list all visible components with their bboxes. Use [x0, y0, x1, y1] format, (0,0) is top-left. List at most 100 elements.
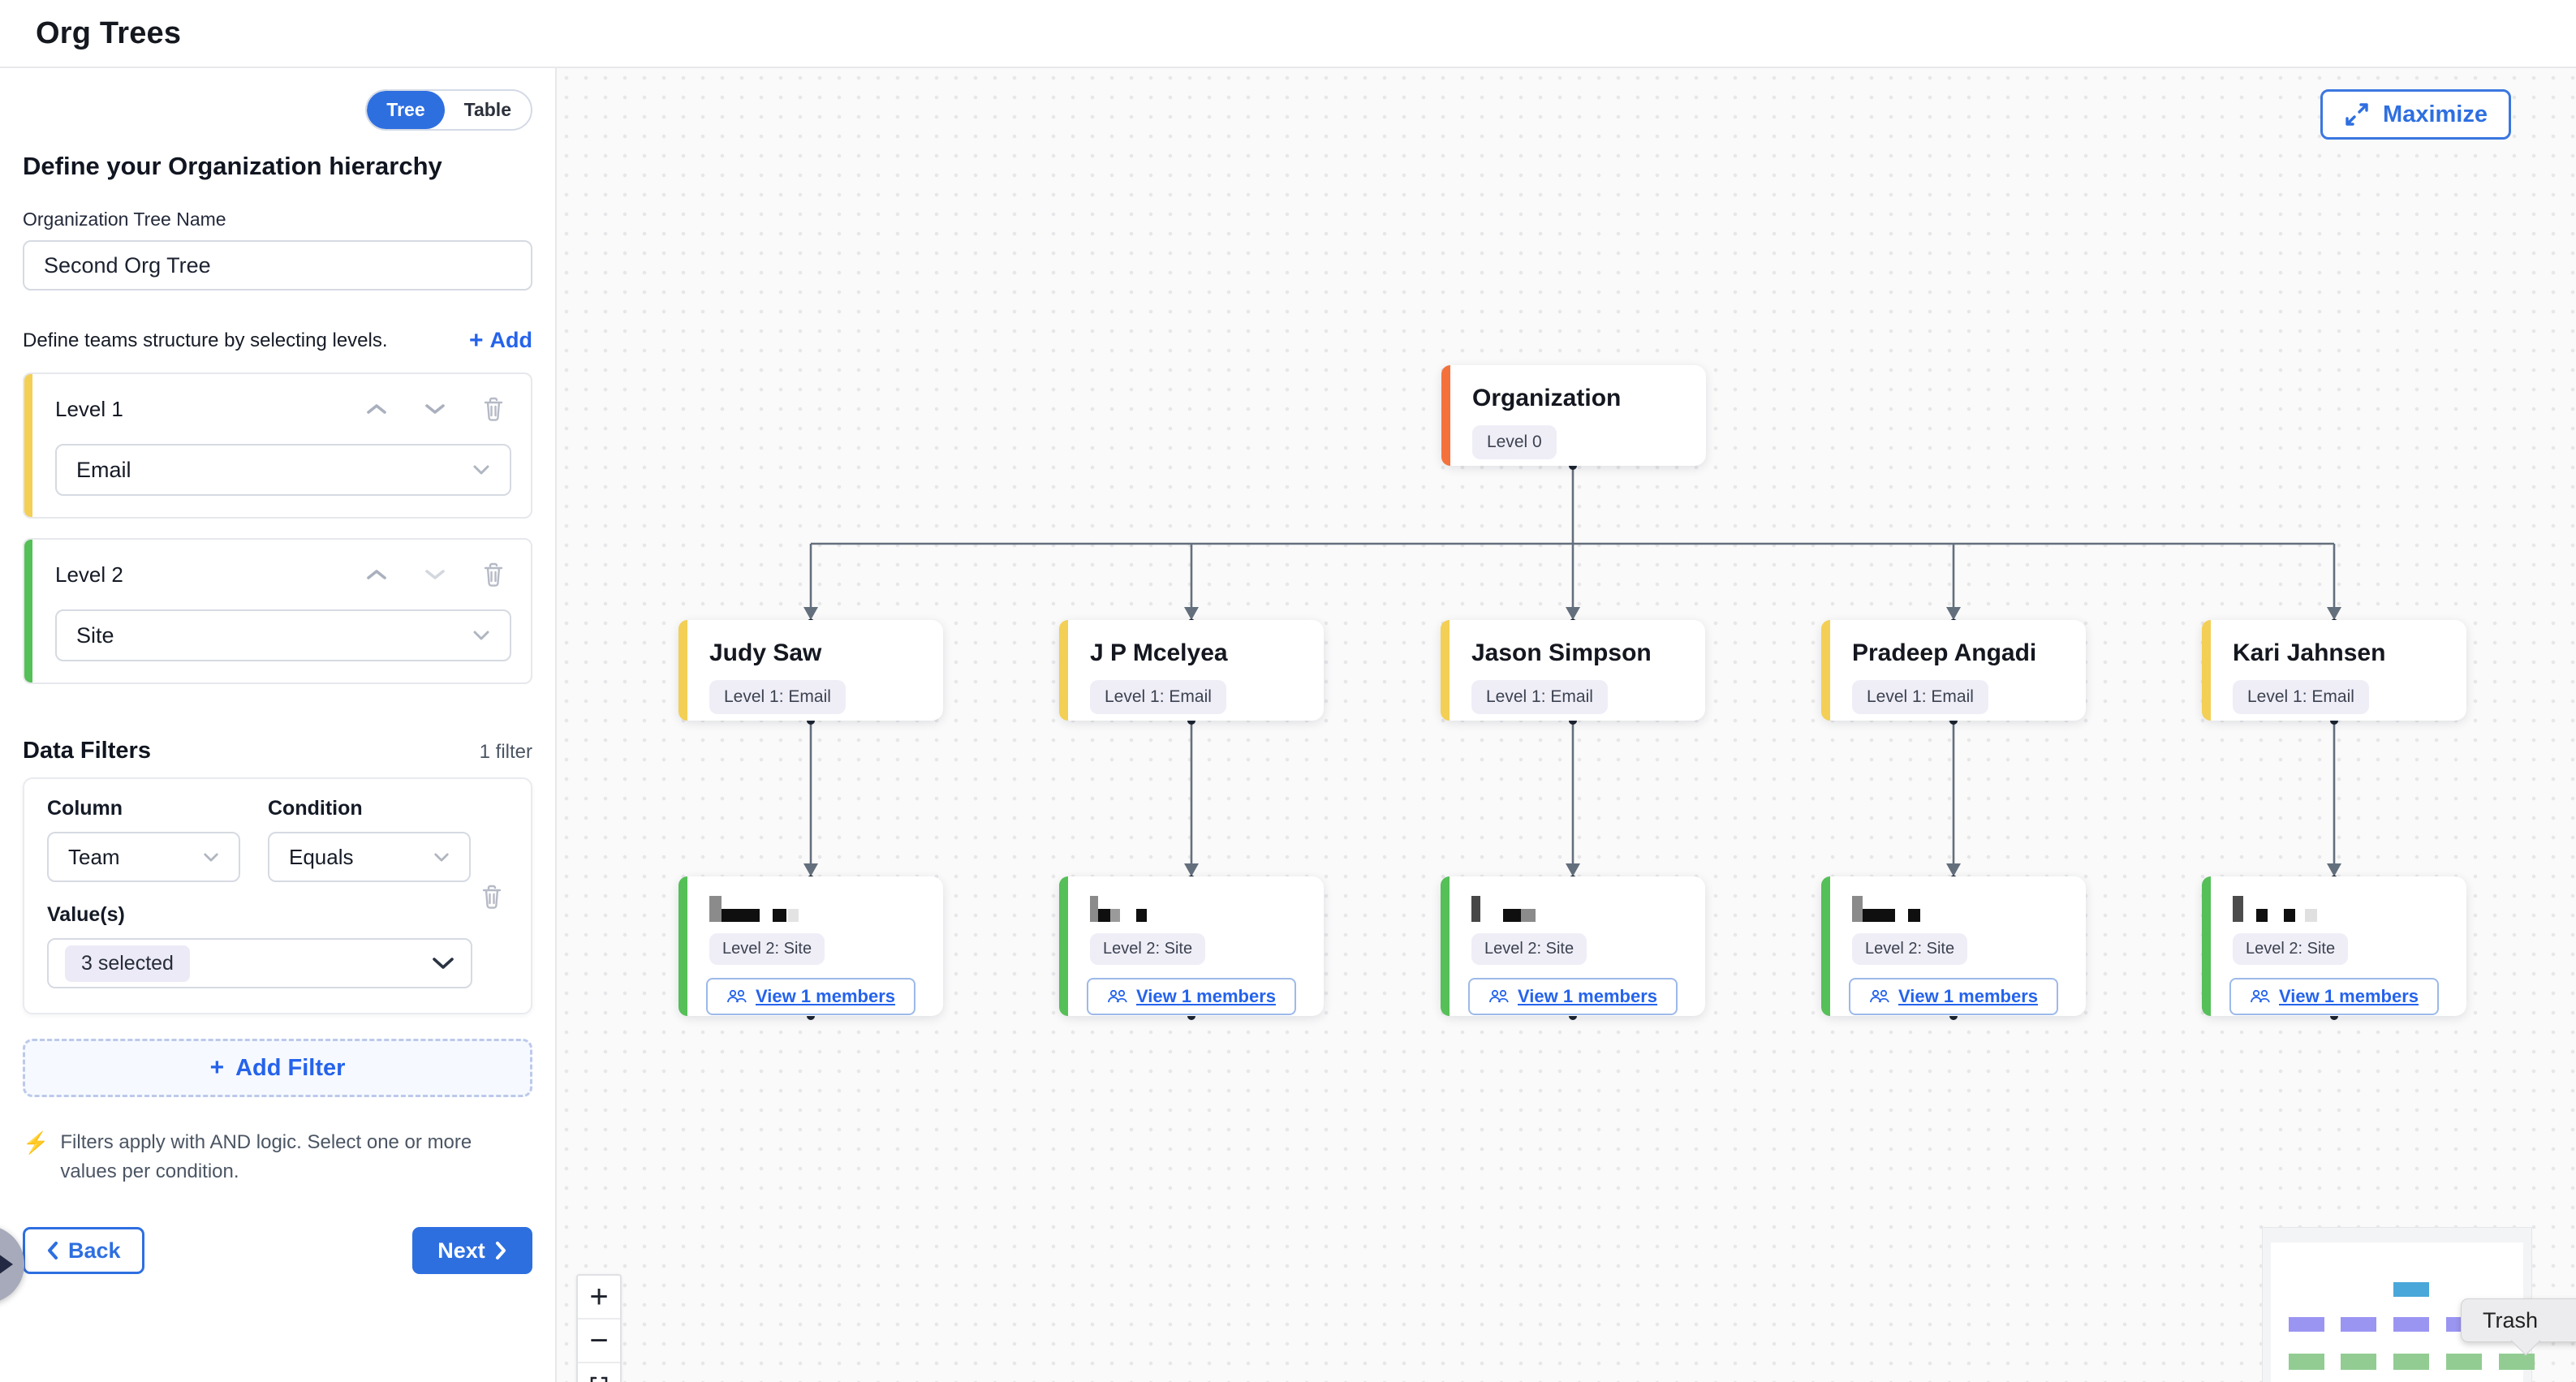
level-2-select[interactable]: Site: [55, 609, 511, 661]
minimap-level2-node: [2499, 1354, 2535, 1370]
chevron-down-icon: [432, 957, 454, 971]
org-node-level1[interactable]: J P Mcelyea Level 1: Email: [1059, 620, 1324, 721]
tree-name-input[interactable]: [23, 240, 532, 291]
delete-filter-button[interactable]: [474, 883, 510, 911]
condition-label: Condition: [268, 797, 471, 820]
zoom-out-button[interactable]: −: [578, 1320, 620, 1363]
zoom-controls: + −: [576, 1274, 622, 1382]
move-down-button[interactable]: [417, 395, 453, 423]
level-badge: Level 1: Email: [1471, 680, 1608, 714]
chevron-left-icon: [46, 1241, 58, 1260]
level-2-accent-bar: [24, 540, 32, 682]
levels-description: Define teams structure by selecting leve…: [23, 329, 388, 352]
node-title: Kari Jahnsen: [2233, 639, 2450, 667]
fit-view-button[interactable]: [578, 1363, 620, 1382]
org-node-level2[interactable]: Level 2: Site View 1 members: [1821, 876, 2086, 1016]
org-node-level1[interactable]: Pradeep Angadi Level 1: Email: [1821, 620, 2086, 721]
level-badge: Level 1: Email: [2233, 680, 2369, 714]
back-button[interactable]: Back: [23, 1227, 144, 1274]
zoom-in-button[interactable]: +: [578, 1276, 620, 1320]
selected-count-chip: 3 selected: [65, 945, 190, 982]
level-badge: Level 2: Site: [709, 933, 825, 965]
page-title: Org Trees: [36, 16, 181, 51]
add-level-button[interactable]: + Add: [469, 328, 532, 353]
delete-level-button[interactable]: [476, 395, 511, 423]
chevron-right-icon: [0, 1254, 13, 1275]
filter-count: 1 filter: [480, 741, 532, 764]
members-icon: [2250, 988, 2271, 1005]
view-mode-toggle[interactable]: Tree Table: [365, 89, 532, 131]
level-1-label: Level 1: [55, 397, 336, 422]
org-node-level1[interactable]: Jason Simpson Level 1: Email: [1441, 620, 1705, 721]
org-node-level1[interactable]: Kari Jahnsen Level 1: Email: [2202, 620, 2466, 721]
column-select[interactable]: Team: [47, 832, 240, 882]
minimap-level2-node: [2446, 1354, 2482, 1370]
org-node-root[interactable]: Organization Level 0: [1441, 365, 1706, 466]
node-title: Judy Saw: [709, 639, 927, 667]
lightning-bolt-icon: ⚡: [23, 1128, 49, 1186]
move-down-button[interactable]: [417, 561, 453, 588]
chevron-down-icon: [472, 630, 490, 641]
redacted-name: [1471, 894, 1689, 922]
org-node-level2[interactable]: Level 2: Site View 1 members: [1059, 876, 1324, 1016]
minimap-level1-node: [2289, 1317, 2324, 1332]
node-accent-bar: [1059, 620, 1068, 721]
redacted-name: [1852, 894, 2070, 922]
add-filter-button[interactable]: + Add Filter: [23, 1039, 532, 1097]
move-up-button[interactable]: [359, 561, 394, 588]
node-title: Organization: [1472, 385, 1690, 412]
values-multiselect[interactable]: 3 selected: [47, 938, 472, 988]
minimap-level1-node: [2393, 1317, 2429, 1332]
level-card-2: Level 2 Site: [23, 538, 532, 684]
maximize-button[interactable]: Maximize: [2320, 89, 2511, 140]
trash-tooltip: Trash: [2461, 1298, 2576, 1342]
view-members-button[interactable]: View 1 members: [706, 978, 915, 1015]
filter-card: Column Team Condition Equals Value(s): [23, 777, 532, 1014]
org-trees-app: Org Trees Tree Table Define your Organiz…: [0, 0, 2576, 1382]
tree-name-label: Organization Tree Name: [23, 209, 532, 230]
node-accent-bar: [1441, 365, 1450, 466]
org-node-level2[interactable]: Level 2: Site View 1 members: [678, 876, 943, 1016]
next-button[interactable]: Next: [412, 1227, 532, 1274]
level-1-accent-bar: [24, 374, 32, 517]
view-members-button[interactable]: View 1 members: [2229, 978, 2439, 1015]
node-title: Jason Simpson: [1471, 639, 1689, 667]
node-accent-bar: [1821, 620, 1830, 721]
plus-icon: +: [210, 1056, 225, 1080]
view-members-button[interactable]: View 1 members: [1087, 978, 1296, 1015]
plus-icon: +: [469, 329, 484, 353]
toggle-tree[interactable]: Tree: [367, 91, 444, 129]
condition-select[interactable]: Equals: [268, 832, 471, 882]
node-title: J P Mcelyea: [1090, 639, 1307, 667]
chevron-down-icon: [433, 852, 450, 863]
tree-connectors: [557, 68, 2576, 1382]
move-up-button[interactable]: [359, 395, 394, 423]
members-icon: [1869, 988, 1890, 1005]
members-icon: [1107, 988, 1128, 1005]
redacted-name: [1090, 894, 1307, 922]
minimap-root-node: [2393, 1282, 2429, 1297]
org-node-level2[interactable]: Level 2: Site View 1 members: [1441, 876, 1705, 1016]
view-members-button[interactable]: View 1 members: [1468, 978, 1678, 1015]
fit-view-icon: [589, 1376, 609, 1382]
node-accent-bar: [1059, 876, 1068, 1016]
node-accent-bar: [678, 620, 687, 721]
chevron-right-icon: [495, 1241, 507, 1260]
org-node-level1[interactable]: Judy Saw Level 1: Email: [678, 620, 943, 721]
level-badge: Level 1: Email: [709, 680, 846, 714]
data-filters-heading: Data Filters: [23, 738, 151, 764]
level-badge: Level 1: Email: [1852, 680, 1988, 714]
toggle-table[interactable]: Table: [445, 91, 531, 129]
level-badge: Level 2: Site: [1471, 933, 1587, 965]
org-chart-canvas[interactable]: Maximize: [557, 68, 2576, 1382]
app-header: Org Trees: [0, 0, 2576, 68]
level-1-select[interactable]: Email: [55, 444, 511, 496]
level-badge: Level 2: Site: [1852, 933, 1967, 965]
org-node-level2[interactable]: Level 2: Site View 1 members: [2202, 876, 2466, 1016]
expand-icon: [2344, 101, 2370, 127]
view-members-button[interactable]: View 1 members: [1849, 978, 2058, 1015]
delete-level-button[interactable]: [476, 561, 511, 588]
level-2-label: Level 2: [55, 562, 336, 588]
node-accent-bar: [1441, 876, 1450, 1016]
sidebar-heading: Define your Organization hierarchy: [23, 152, 532, 181]
